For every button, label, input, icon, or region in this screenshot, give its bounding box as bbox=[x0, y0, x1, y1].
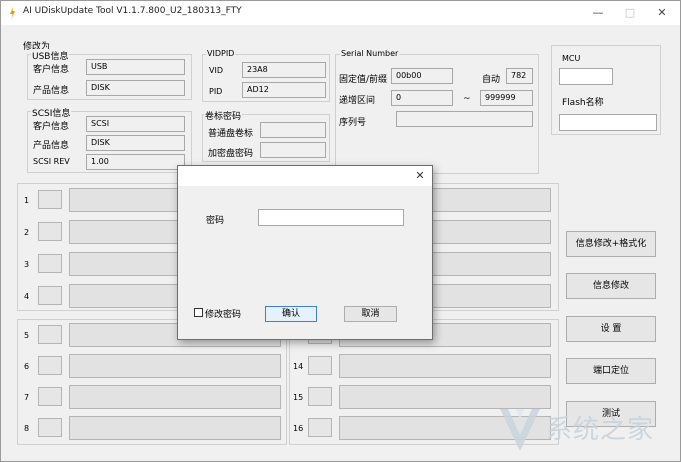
scsi-rev-field[interactable]: 1.00 bbox=[86, 154, 185, 170]
change-password-label: 修改密码 bbox=[205, 310, 242, 320]
slot-status bbox=[38, 254, 62, 273]
maximize-button[interactable]: □ bbox=[619, 4, 641, 22]
slot-number: 6 bbox=[24, 362, 30, 371]
slot-number: 15 bbox=[293, 393, 304, 402]
slot-progress-bar bbox=[69, 385, 281, 409]
password-input[interactable] bbox=[258, 209, 404, 226]
serial-auto-label: 自动 bbox=[482, 75, 501, 85]
encrypted-password-field[interactable] bbox=[260, 142, 326, 158]
slot-status bbox=[38, 222, 62, 241]
vidpid-title: VIDPID bbox=[206, 49, 236, 58]
vid-label: VID bbox=[209, 66, 223, 75]
slot-status bbox=[38, 387, 62, 406]
minimize-button[interactable]: — bbox=[587, 4, 609, 22]
slot-number: 2 bbox=[24, 228, 30, 237]
dialog-close-button[interactable]: ✕ bbox=[412, 168, 428, 184]
mcu-label: MCU bbox=[562, 54, 581, 63]
normal-label-label: 普通盘卷标 bbox=[208, 129, 254, 139]
scsi-vendor-field[interactable]: SCSI bbox=[86, 116, 185, 132]
slot-number: 8 bbox=[24, 424, 30, 433]
window-title: AI UDiskUpdate Tool V1.1.7.800_U2_180313… bbox=[23, 6, 242, 16]
flash-name-field[interactable] bbox=[559, 114, 657, 131]
cancel-button[interactable]: 取消 bbox=[344, 306, 397, 322]
serial-range-from-field[interactable]: 0 bbox=[391, 90, 453, 106]
scsi-product-field[interactable]: DISK bbox=[86, 135, 185, 151]
serial-prefix-label: 固定值/前缀 bbox=[339, 75, 388, 85]
usb-info-title: USB信息 bbox=[31, 49, 70, 62]
slot-status bbox=[38, 325, 62, 344]
slot-number: 5 bbox=[24, 331, 30, 340]
volume-title: 卷标密码 bbox=[204, 109, 243, 122]
serial-range-to-field[interactable]: 999999 bbox=[480, 90, 533, 106]
slot-status bbox=[308, 387, 332, 406]
slot-number: 7 bbox=[24, 393, 30, 402]
slot-number: 4 bbox=[24, 292, 30, 301]
mcu-field[interactable] bbox=[559, 68, 613, 85]
title-bar[interactable]: AI UDiskUpdate Tool V1.1.7.800_U2_180313… bbox=[1, 1, 680, 25]
scsi-info-title: SCSI信息 bbox=[31, 106, 72, 119]
port-locate-button[interactable]: 端口定位 bbox=[566, 358, 656, 384]
slot-progress-bar bbox=[69, 416, 281, 440]
serial-prefix-field[interactable]: 00b00 bbox=[391, 68, 453, 84]
close-button[interactable]: ✕ bbox=[651, 4, 673, 22]
slot-status bbox=[308, 356, 332, 375]
password-label: 密码 bbox=[206, 216, 225, 226]
slot-progress-bar bbox=[69, 354, 281, 378]
slot-status bbox=[38, 190, 62, 209]
serial-auto-field[interactable]: 782 bbox=[506, 68, 533, 84]
change-password-checkbox[interactable] bbox=[194, 308, 203, 317]
password-dialog: ✕ 密码 修改密码 确认 取消 bbox=[177, 165, 433, 340]
serial-sequence-label: 序列号 bbox=[339, 118, 367, 128]
scsi-product-label: 产品信息 bbox=[33, 141, 70, 151]
slot-status bbox=[38, 418, 62, 437]
serial-range-separator: ~ bbox=[463, 94, 471, 104]
slot-status bbox=[38, 356, 62, 375]
slot-status bbox=[308, 418, 332, 437]
flash-name-label: Flash名称 bbox=[562, 98, 604, 108]
serial-sequence-field[interactable] bbox=[396, 111, 533, 127]
ok-button[interactable]: 确认 bbox=[265, 306, 317, 322]
encrypted-password-label: 加密盘密码 bbox=[208, 149, 254, 159]
slot-number: 16 bbox=[293, 424, 304, 433]
slot-number: 1 bbox=[24, 196, 30, 205]
vid-field[interactable]: 23A8 bbox=[242, 62, 326, 78]
app-icon bbox=[10, 7, 15, 19]
serial-number-title: Serial Number bbox=[340, 49, 400, 58]
usb-product-field[interactable]: DISK bbox=[86, 80, 185, 96]
modify-format-button[interactable]: 信息修改+格式化 bbox=[566, 231, 656, 257]
scsi-vendor-label: 客户信息 bbox=[33, 122, 70, 132]
pid-label: PID bbox=[209, 87, 223, 96]
slot-number: 14 bbox=[293, 362, 304, 371]
settings-button[interactable]: 设 置 bbox=[566, 316, 656, 342]
modify-info-button[interactable]: 信息修改 bbox=[566, 273, 656, 299]
normal-label-field[interactable] bbox=[260, 122, 326, 138]
slot-number: 3 bbox=[24, 260, 30, 269]
serial-range-label: 递增区间 bbox=[339, 96, 376, 106]
usb-vendor-label: 客户信息 bbox=[33, 65, 70, 75]
main-window: AI UDiskUpdate Tool V1.1.7.800_U2_180313… bbox=[0, 0, 681, 462]
usb-vendor-field[interactable]: USB bbox=[86, 59, 185, 75]
dialog-title-bar[interactable] bbox=[178, 166, 432, 186]
slot-progress-bar bbox=[339, 354, 551, 378]
scsi-rev-label: SCSI REV bbox=[33, 157, 70, 166]
pid-field[interactable]: AD12 bbox=[242, 82, 326, 98]
slot-status bbox=[38, 286, 62, 305]
usb-product-label: 产品信息 bbox=[33, 86, 70, 96]
watermark-text: 系统之家 bbox=[546, 415, 655, 445]
